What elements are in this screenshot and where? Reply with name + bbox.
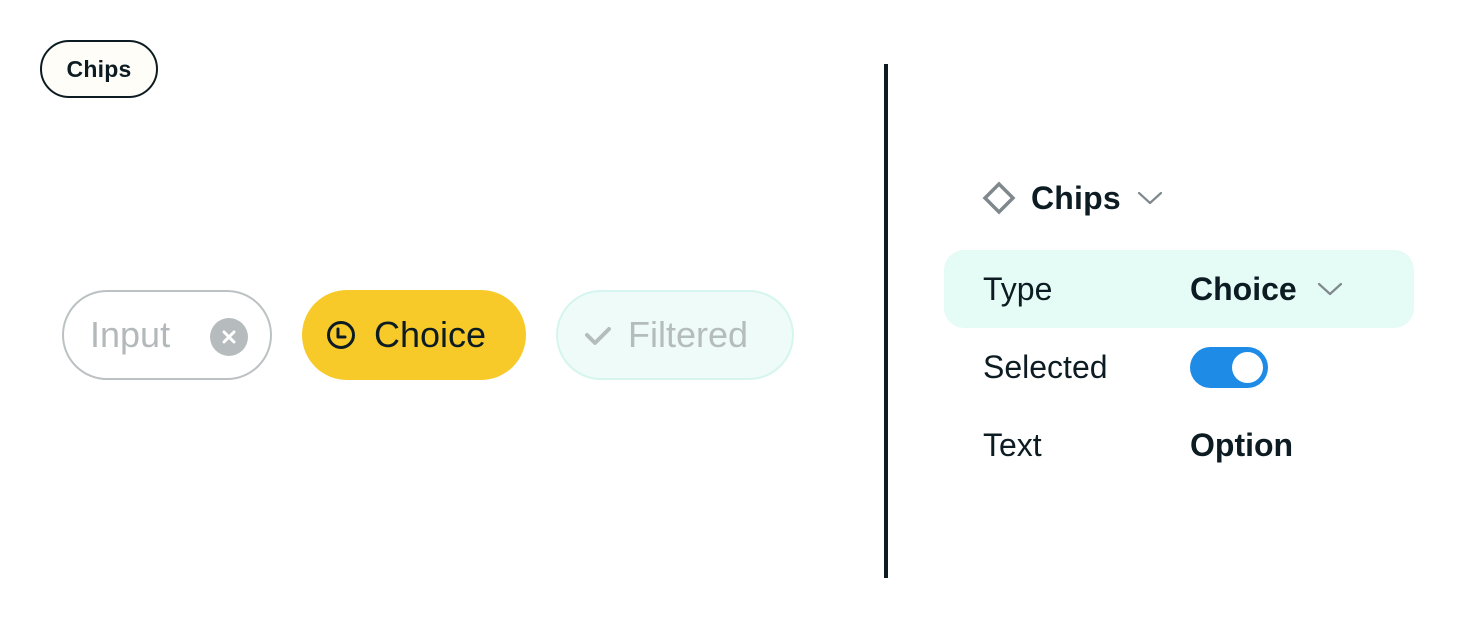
component-selector[interactable]: Chips: [982, 176, 1163, 220]
toggle-knob: [1232, 352, 1263, 383]
title-pill: Chips: [40, 40, 158, 98]
property-row-text: Text Option: [944, 406, 1414, 484]
diamond-icon: [982, 181, 1016, 215]
property-row-selected: Selected: [944, 328, 1414, 406]
selected-toggle[interactable]: [1190, 347, 1268, 388]
choice-chip-label: Choice: [374, 314, 487, 355]
chips-component-spec: Chips Input Choice Filtered Chips Type C…: [0, 0, 1472, 641]
input-chip-label: Input: [90, 314, 171, 355]
close-circle-icon[interactable]: [210, 318, 248, 356]
check-icon: [582, 319, 614, 351]
type-dropdown[interactable]: Choice: [1190, 271, 1343, 308]
filtered-chip-label: Filtered: [628, 314, 749, 355]
input-chip[interactable]: Input: [62, 290, 272, 380]
chevron-down-icon: [1317, 281, 1343, 297]
vertical-divider: [884, 64, 888, 578]
text-value[interactable]: Option: [1190, 427, 1293, 464]
property-label-selected: Selected: [983, 348, 1108, 385]
clock-icon: [326, 320, 356, 350]
filtered-chip[interactable]: Filtered: [556, 290, 794, 380]
choice-chip[interactable]: Choice: [302, 290, 526, 380]
property-label-type: Type: [983, 270, 1053, 307]
type-dropdown-value: Choice: [1190, 270, 1297, 307]
chevron-down-icon[interactable]: [1137, 190, 1163, 206]
property-label-text: Text: [983, 426, 1042, 463]
property-row-type[interactable]: Type Choice: [944, 250, 1414, 328]
title-pill-label: Chips: [66, 55, 132, 82]
component-title: Chips: [1031, 179, 1121, 216]
